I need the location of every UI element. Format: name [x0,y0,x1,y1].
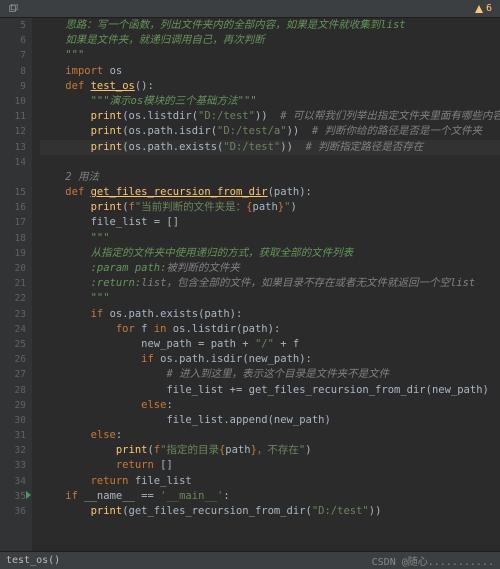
line-number: 7 [0,48,26,63]
warning-count: 6 [486,3,492,14]
code-line[interactable]: print(get_files_recursion_from_dir("D:/t… [40,504,500,519]
line-number: 22 [0,291,26,306]
line-number: 31 [0,428,26,443]
code-line[interactable]: return file_list [40,474,500,489]
line-number: 21 [0,276,26,291]
code-line[interactable]: """演示os模块的三个基础方法""" [40,94,500,109]
code-line[interactable]: file_list = [] [40,215,500,230]
line-number: 19 [0,246,26,261]
code-line[interactable]: if os.path.isdir(new_path): [40,352,500,367]
line-number: 33 [0,458,26,473]
code-line[interactable]: file_list += get_files_recursion_from_di… [40,383,500,398]
line-number: 34 [0,474,26,489]
line-number: 6 [0,33,26,48]
code-line[interactable]: """ [40,291,500,306]
line-number: 20 [0,261,26,276]
line-number: 26 [0,352,26,367]
line-number [0,170,26,185]
line-number: 13 [0,140,26,155]
line-number: 16 [0,200,26,215]
code-area[interactable]: 思路：写一个函数，列出文件夹内的全部内容，如果是文件就收集到list 如果是文件… [32,18,500,551]
line-number: 5 [0,18,26,33]
code-line[interactable]: """ [40,48,500,63]
code-line[interactable]: print(f"指定的目录{path}，不存在") [40,443,500,458]
line-number: 14 [0,155,26,170]
watermark: CSDN @随心........... [372,553,494,568]
line-number: 30 [0,413,26,428]
code-line[interactable]: else: [40,428,500,443]
code-line[interactable]: print(f"当前判断的文件夹是：{path}") [40,200,500,215]
warning-icon [474,4,484,14]
code-line[interactable]: :param path:被判断的文件夹 [40,261,500,276]
line-number: 10 [0,94,26,109]
code-line[interactable]: print(os.path.exists("D:/test")) # 判断指定路… [40,140,500,155]
line-number: 9 [0,79,26,94]
code-line[interactable]: import os [40,64,500,79]
code-line[interactable] [40,155,500,170]
line-number: 29 [0,398,26,413]
breadcrumb[interactable]: test_os() [6,555,60,566]
line-number: 28 [0,383,26,398]
line-number: 36 [0,504,26,519]
line-number: 32 [0,443,26,458]
line-number: 11 [0,109,26,124]
code-line[interactable]: 如果是文件夹，就递归调用自己，再次判断 [40,33,500,48]
code-line[interactable]: else: [40,398,500,413]
warnings-badge[interactable]: 6 [474,3,492,14]
line-number: 8 [0,64,26,79]
line-number: 15 [0,185,26,200]
code-line[interactable]: print(os.listdir("D:/test")) # 可以帮我们列举出指… [40,109,500,124]
code-line[interactable]: # 进入到这里，表示这个目录是文件夹不是文件 [40,367,500,382]
line-number: 35 [0,489,26,504]
status-bar: test_os() CSDN @随心........... [0,551,500,569]
editor-top-bar: 6 [0,0,500,18]
code-line[interactable]: print(os.path.isdir("D:/test/a")) # 判断你给… [40,124,500,139]
line-number: 27 [0,367,26,382]
code-line[interactable]: if os.path.exists(path): [40,307,500,322]
code-editor[interactable]: 5678910111213141516171819202122232425262… [0,18,500,551]
code-line[interactable]: 思路：写一个函数，列出文件夹内的全部内容，如果是文件就收集到list [40,18,500,33]
code-line[interactable]: def test_os(): [40,79,500,94]
line-number: 18 [0,231,26,246]
code-line[interactable]: :return:list，包含全部的文件，如果目录不存在或者无文件就返回一个空l… [40,276,500,291]
code-line[interactable]: file_list.append(new_path) [40,413,500,428]
line-number: 17 [0,215,26,230]
code-line[interactable]: new_path = path + "/" + f [40,337,500,352]
code-line[interactable]: def get_files_recursion_from_dir(path): [40,185,500,200]
code-line[interactable]: 2 用法 [40,170,500,185]
top-left-controls [8,4,18,14]
code-line[interactable]: for f in os.listdir(path): [40,322,500,337]
code-line[interactable]: return [] [40,458,500,473]
line-number: 24 [0,322,26,337]
code-line[interactable]: """ [40,231,500,246]
run-gutter-icon[interactable] [26,491,31,499]
line-gutter: 5678910111213141516171819202122232425262… [0,18,32,551]
line-number: 23 [0,307,26,322]
code-line[interactable]: 从指定的文件夹中使用递归的方式，获取全部的文件列表 [40,246,500,261]
copy-icon[interactable] [8,4,18,14]
code-line[interactable]: if __name__ == '__main__': [40,489,500,504]
line-number: 12 [0,124,26,139]
line-number: 25 [0,337,26,352]
